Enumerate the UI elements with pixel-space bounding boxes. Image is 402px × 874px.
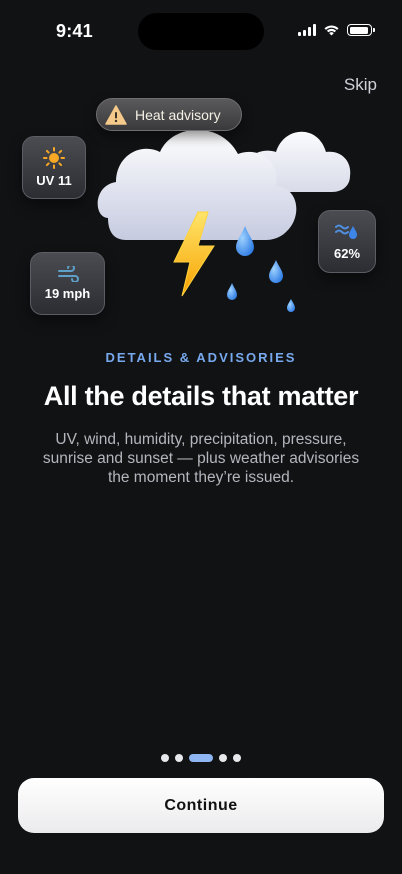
status-bar: 9:41 — [0, 0, 402, 60]
page-dot[interactable] — [233, 754, 241, 762]
dynamic-island — [138, 13, 264, 50]
status-icons — [298, 24, 375, 36]
continue-button[interactable]: Continue — [18, 778, 384, 833]
page-dot[interactable] — [161, 754, 169, 762]
uv-value: UV 11 — [36, 173, 72, 188]
heat-advisory-badge: Heat advisory — [96, 98, 242, 131]
section-eyebrow: DETAILS & ADVISORIES — [105, 350, 297, 365]
humidity-chip: 62% — [318, 210, 376, 273]
cellular-signal-icon — [298, 24, 316, 36]
wind-icon — [57, 266, 79, 282]
sun-icon — [43, 147, 65, 169]
wind-chip: 19 mph — [30, 252, 105, 315]
advisory-label: Heat advisory — [135, 106, 221, 123]
wind-value: 19 mph — [44, 286, 91, 301]
wifi-icon — [324, 25, 339, 36]
page-description: UV, wind, humidity, precipitation, press… — [42, 431, 360, 486]
battery-icon — [347, 24, 375, 36]
page-dot[interactable] — [219, 754, 227, 762]
page-indicator[interactable] — [0, 754, 402, 762]
page-dot-active[interactable] — [189, 754, 213, 762]
page-title: All the details that matter — [43, 381, 359, 411]
hero-illustration: Heat advisory UV 11 19 mph 62% — [0, 90, 402, 330]
humidity-icon — [335, 224, 357, 239]
humidity-value: 62% — [333, 246, 361, 261]
warning-icon — [105, 104, 127, 125]
status-time: 9:41 — [56, 21, 93, 41]
page-dot[interactable] — [175, 754, 183, 762]
uv-chip: UV 11 — [22, 136, 86, 199]
